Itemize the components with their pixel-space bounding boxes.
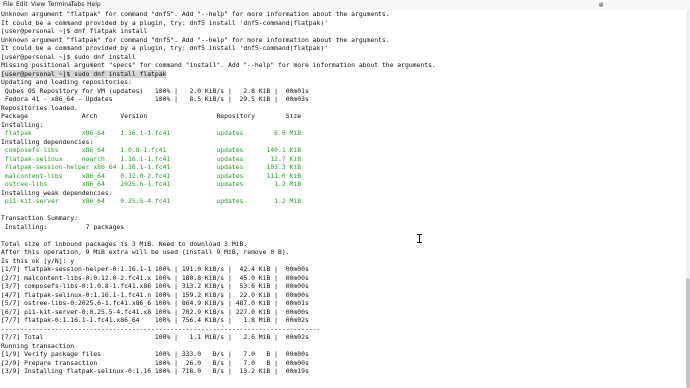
terminal-line: flatpak x86_64 1.16.1-1.fc41 updates 6.6… bbox=[1, 129, 686, 138]
terminal-line: Total size of inbound packages is 3 MiB.… bbox=[1, 240, 686, 249]
terminal-line-text: [1/9] Verify package files 100% | 333.0 … bbox=[1, 350, 309, 358]
terminal-line-text: [4/7] flatpak-selinux-0:1.16.1-1.fc41.n … bbox=[1, 290, 309, 299]
terminal-line-text: Installing: 7 packages bbox=[1, 222, 125, 231]
menu-help[interactable]: Help bbox=[87, 0, 101, 10]
terminal-line-text: Installing dependencies: bbox=[1, 137, 94, 146]
terminal-line-text: [user@personal ~]$ dnf flatpak install bbox=[1, 27, 148, 35]
terminal-line-text: Qubes OS Repository for VM (updates) 100… bbox=[1, 86, 309, 95]
terminal-line-text: ----------------------------------------… bbox=[1, 324, 321, 333]
terminal-output[interactable]: Unknown argument "flatpak" for command "… bbox=[0, 10, 690, 388]
terminal-line: [4/7] flatpak-selinux-0:1.16.1-1.fc41.n … bbox=[1, 291, 686, 300]
terminal-line: [3/9] Installing flatpak-selinux-0:1.16 … bbox=[1, 367, 686, 376]
terminal-line: Package Arch Version Repository Size bbox=[1, 112, 686, 121]
terminal-line-text: [user@personal ~]$ sudo dnf install flat… bbox=[1, 69, 167, 78]
terminal-line-text: Missing positional argument "specs" for … bbox=[1, 61, 436, 69]
terminal-line: [6/7] p11-kit-server-0:0.25.5-4.fc41.x8 … bbox=[1, 308, 686, 317]
terminal-line: Installing weak dependencies: bbox=[1, 189, 686, 198]
terminal-line-text: [6/7] p11-kit-server-0:0.25.5-4.fc41.x8 … bbox=[1, 307, 309, 316]
scrollbar[interactable] bbox=[686, 10, 690, 388]
terminal-line-text: [2/7] malcontent-libs-0:0.12.0-2.fc41.x … bbox=[1, 273, 309, 282]
terminal-line-text: flatpak-session-helper x86_64 1.16.1-1.f… bbox=[1, 163, 302, 171]
terminal-line: [5/7] ostree-libs-0:2025.6-1.fc41.x86_6 … bbox=[1, 299, 686, 308]
terminal-line: Installing dependencies: bbox=[1, 138, 686, 147]
terminal-line-text: Installing weak dependencies: bbox=[1, 188, 113, 197]
terminal-line: [1/7] flatpak-session-helper-0:1.16.1-1 … bbox=[1, 265, 686, 274]
terminal-line-text: Fedora 41 - x86_64 - Updates 100% | 8.5 … bbox=[1, 95, 309, 103]
menu-file[interactable]: File bbox=[3, 0, 13, 10]
menu-terminal[interactable]: Terminal bbox=[48, 0, 73, 10]
terminal-line-text: [7/7] flatpak-0:1.16.1-1.fc41.x86_64 100… bbox=[1, 316, 309, 324]
terminal-line: flatpak-session-helper x86_64 1.16.1-1.f… bbox=[1, 163, 686, 172]
terminal-line-text: Is this ok [y/N]: y bbox=[1, 256, 75, 265]
terminal-line: [1/9] Verify package files 100% | 333.0 … bbox=[1, 350, 686, 359]
terminal-line-text: composefs-libs x86_64 1.0.8-1.fc41 updat… bbox=[1, 146, 302, 154]
terminal-line-text: Running transaction bbox=[1, 341, 75, 350]
terminal-line-text: Total size of inbound packages is 3 MiB.… bbox=[1, 239, 248, 248]
menu-view[interactable]: View bbox=[31, 0, 45, 10]
terminal-line: malcontent-libs x86_64 0.12.0-2.fc41 upd… bbox=[1, 172, 686, 181]
terminal-line: [user@personal ~]$ sudo dnf install flat… bbox=[1, 69, 686, 79]
terminal-line-text: [3/7] composefs-libs-0:1.0.8-1.fc41.x86 … bbox=[1, 282, 309, 290]
terminal-line-text: It could be a command provided by a plug… bbox=[1, 44, 329, 52]
terminal-line-text: Updating and loading repositories: bbox=[1, 78, 132, 86]
terminal-line: After this operation, 9 MiB extra will b… bbox=[1, 248, 686, 257]
terminal-line: [user@personal ~]$ sudo dnf install bbox=[1, 53, 686, 62]
terminal-line: Transaction Summary: bbox=[1, 214, 686, 223]
terminal-line-text: ostree-libs x86_64 2025.6-1.fc41 updates… bbox=[1, 180, 302, 188]
terminal-line-text: [1/7] flatpak-session-helper-0:1.16.1-1 … bbox=[1, 265, 309, 273]
terminal-line-text: Unknown argument "flatpak" for command "… bbox=[1, 35, 390, 44]
terminal-line: Unknown argument "flatpak" for command "… bbox=[1, 36, 686, 45]
terminal-line-text: After this operation, 9 MiB extra will b… bbox=[1, 248, 290, 256]
terminal-line: Repositories loaded. bbox=[1, 104, 686, 113]
terminal-line: Is this ok [y/N]: y bbox=[1, 257, 686, 266]
terminal-line: It could be a command provided by a plug… bbox=[1, 44, 686, 53]
gear-icon[interactable]: ✲ bbox=[597, 0, 605, 10]
terminal-line: Installing: 7 packages bbox=[1, 223, 686, 232]
terminal-line-text: [3/9] Installing flatpak-selinux-0:1.16 … bbox=[1, 367, 309, 375]
terminal-line: [7/7] flatpak-0:1.16.1-1.fc41.x86_64 100… bbox=[1, 316, 686, 325]
terminal-line-text: malcontent-libs x86_64 0.12.0-2.fc41 upd… bbox=[1, 171, 302, 180]
terminal-line-text: flatpak-selinux noarch 1.16.1-1.fc41 upd… bbox=[1, 154, 302, 163]
terminal-line-text: [2/9] Prepare transaction 100% | 26.0 B/… bbox=[1, 358, 309, 367]
terminal-line: [7/7] Total 100% | 1.1 MiB/s | 2.6 MiB |… bbox=[1, 333, 686, 342]
terminal-line-text: [5/7] ostree-libs-0:2025.6-1.fc41.x86_6 … bbox=[1, 299, 309, 307]
terminal-line: p11-kit-server x86_64 0.25.5-4.fc41 upda… bbox=[1, 197, 686, 206]
menu-edit[interactable]: Edit bbox=[16, 0, 28, 10]
terminal-line: Updating and loading repositories: bbox=[1, 78, 686, 87]
terminal-line: ostree-libs x86_64 2025.6-1.fc41 updates… bbox=[1, 180, 686, 189]
text-cursor-icon bbox=[417, 234, 423, 243]
terminal-line: [2/9] Prepare transaction 100% | 26.0 B/… bbox=[1, 359, 686, 368]
scrollbar-thumb[interactable] bbox=[686, 278, 690, 388]
terminal-line: Qubes OS Repository for VM (updates) 100… bbox=[1, 87, 686, 96]
terminal-line: Missing positional argument "specs" for … bbox=[1, 61, 686, 70]
terminal-line: flatpak-selinux noarch 1.16.1-1.fc41 upd… bbox=[1, 155, 686, 164]
terminal-line: [2/7] malcontent-libs-0:0.12.0-2.fc41.x … bbox=[1, 274, 686, 283]
terminal-line-text: It could be a command provided by a plug… bbox=[1, 18, 329, 27]
terminal-line-text: [7/7] Total 100% | 1.1 MiB/s | 2.6 MiB |… bbox=[1, 333, 309, 341]
terminal-line-text: Transaction Summary: bbox=[1, 214, 78, 222]
terminal-line: Unknown argument "flatpak" for command "… bbox=[1, 10, 686, 19]
terminal-line-text: [user@personal ~]$ sudo dnf install bbox=[1, 52, 136, 61]
terminal-lines: Unknown argument "flatpak" for command "… bbox=[1, 10, 686, 376]
terminal-line: Fedora 41 - x86_64 - Updates 100% | 8.5 … bbox=[1, 95, 686, 104]
menu-bar: File Edit View Terminal Tabs Help ✲ bbox=[0, 0, 690, 10]
terminal-line: composefs-libs x86_64 1.0.8-1.fc41 updat… bbox=[1, 146, 686, 155]
terminal-line: ----------------------------------------… bbox=[1, 325, 686, 334]
terminal-line-text: p11-kit-server x86_64 0.25.5-4.fc41 upda… bbox=[1, 197, 302, 205]
terminal-line: Running transaction bbox=[1, 342, 686, 351]
terminal-line: It could be a command provided by a plug… bbox=[1, 19, 686, 28]
terminal-line-text: Package Arch Version Repository Size bbox=[1, 112, 302, 120]
terminal-line-text: Unknown argument "flatpak" for command "… bbox=[1, 10, 390, 18]
terminal-line-text: Installing: bbox=[1, 120, 44, 129]
terminal-line: Installing: bbox=[1, 121, 686, 130]
terminal-line-text: Repositories loaded. bbox=[1, 103, 78, 112]
menu-tabs[interactable]: Tabs bbox=[71, 0, 84, 10]
terminal-line-text: flatpak x86_64 1.16.1-1.fc41 updates 6.6… bbox=[1, 129, 302, 137]
terminal-line: [user@personal ~]$ dnf flatpak install bbox=[1, 27, 686, 36]
terminal-line: [3/7] composefs-libs-0:1.0.8-1.fc41.x86 … bbox=[1, 282, 686, 291]
